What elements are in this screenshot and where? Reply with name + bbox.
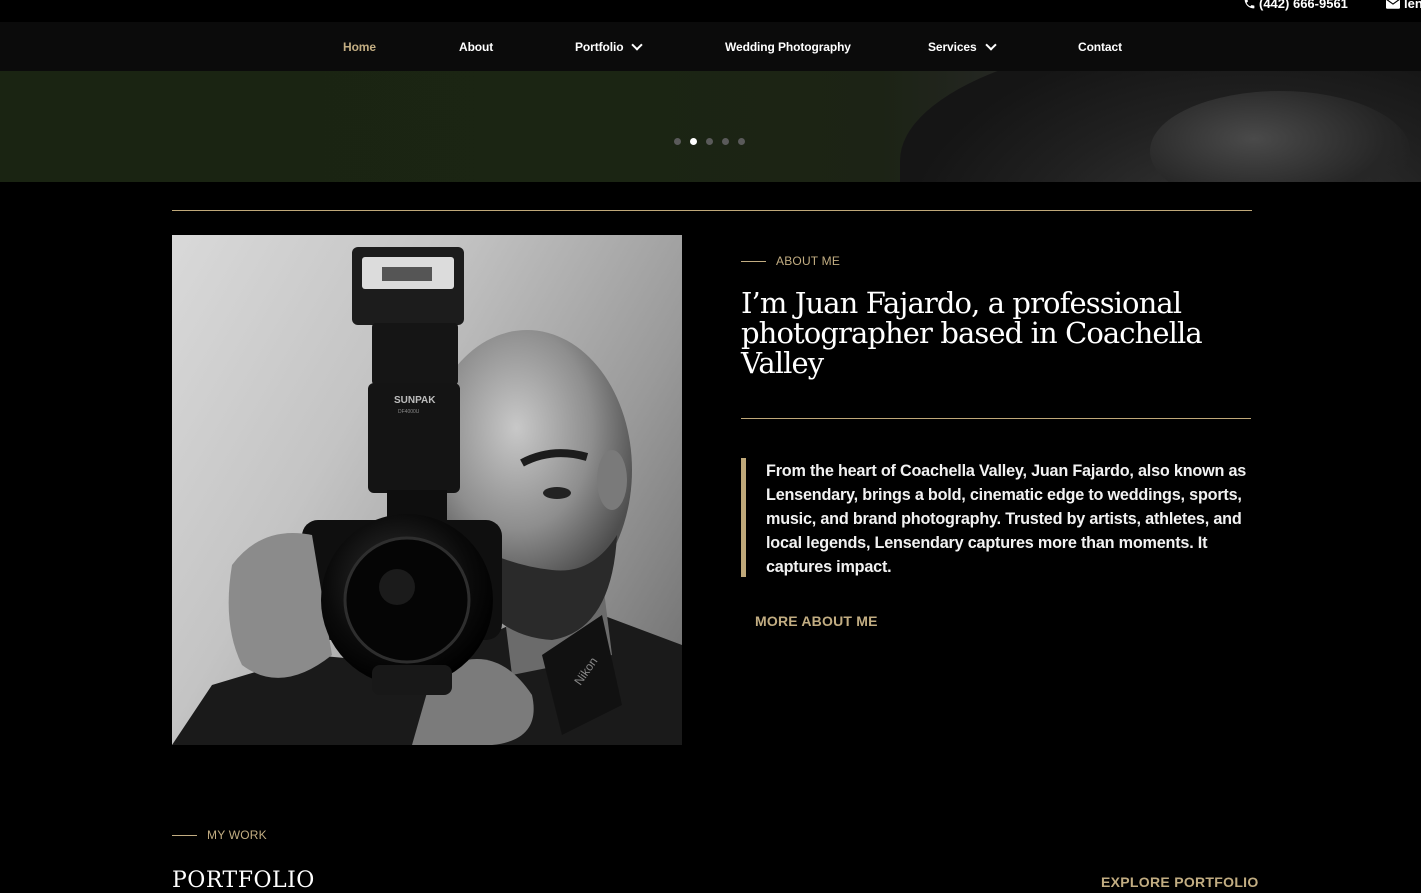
- chevron-down-icon: [631, 38, 644, 51]
- about-kicker: ABOUT ME: [741, 254, 840, 268]
- slider-dot-2[interactable]: [690, 138, 697, 145]
- slider-dots: [674, 138, 745, 145]
- about-headline: I’m Juan Fajardo, a professional photogr…: [741, 286, 1203, 380]
- nav-label: Portfolio: [575, 39, 624, 54]
- slider-dot-1[interactable]: [674, 138, 681, 145]
- mail-icon: [1386, 0, 1400, 9]
- slider-dot-4[interactable]: [722, 138, 729, 145]
- nav-item-home[interactable]: Home: [343, 22, 376, 71]
- main-nav: Home About Portfolio Wedding Photography…: [0, 22, 1421, 71]
- explore-portfolio-link[interactable]: EXPLORE PORTFOLIO: [1101, 874, 1259, 890]
- kicker-line: [741, 260, 766, 262]
- nav-item-wedding-photography[interactable]: Wedding Photography: [725, 22, 851, 71]
- email-link[interactable]: len: [1386, 0, 1421, 11]
- nav-label: About: [459, 39, 494, 54]
- email-address: len: [1404, 0, 1421, 11]
- kicker-label: ABOUT ME: [776, 254, 841, 268]
- nav-label: Contact: [1078, 39, 1122, 54]
- headline-divider: [741, 418, 1251, 419]
- nav-item-services[interactable]: Services: [928, 22, 997, 71]
- nav-label: Services: [928, 39, 977, 54]
- work-kicker: MY WORK: [172, 828, 267, 842]
- phone-number: (442) 666-9561: [1259, 0, 1348, 11]
- slider-dot-5[interactable]: [738, 138, 745, 145]
- portfolio-title: PORTFOLIO: [172, 868, 315, 893]
- chevron-down-icon: [984, 38, 997, 51]
- photographer-portrait: Nikon SUNPAK DF4000U: [172, 235, 682, 745]
- section-divider: [172, 210, 1252, 211]
- phone-icon: [1243, 0, 1256, 10]
- flash-brand: SUNPAK: [394, 395, 436, 406]
- nav-item-about[interactable]: About: [459, 22, 493, 71]
- kicker-label: MY WORK: [207, 828, 267, 842]
- kicker-line: [172, 834, 197, 836]
- nav-item-portfolio[interactable]: Portfolio: [575, 22, 644, 71]
- about-quote: From the heart of Coachella Valley, Juan…: [741, 458, 1253, 577]
- nav-label: Home: [343, 39, 376, 54]
- phone-link[interactable]: (442) 666-9561: [1243, 0, 1348, 11]
- slider-dot-3[interactable]: [706, 138, 713, 145]
- quote-text: From the heart of Coachella Valley, Juan…: [766, 462, 1247, 576]
- hero-slider: [0, 71, 1421, 182]
- nav-item-contact[interactable]: Contact: [1078, 22, 1122, 71]
- more-about-me-link[interactable]: MORE ABOUT ME: [755, 613, 878, 629]
- flash-model: DF4000U: [398, 409, 420, 415]
- nav-label: Wedding Photography: [725, 39, 851, 54]
- top-contact-bar: (442) 666-9561 len: [0, 0, 1421, 22]
